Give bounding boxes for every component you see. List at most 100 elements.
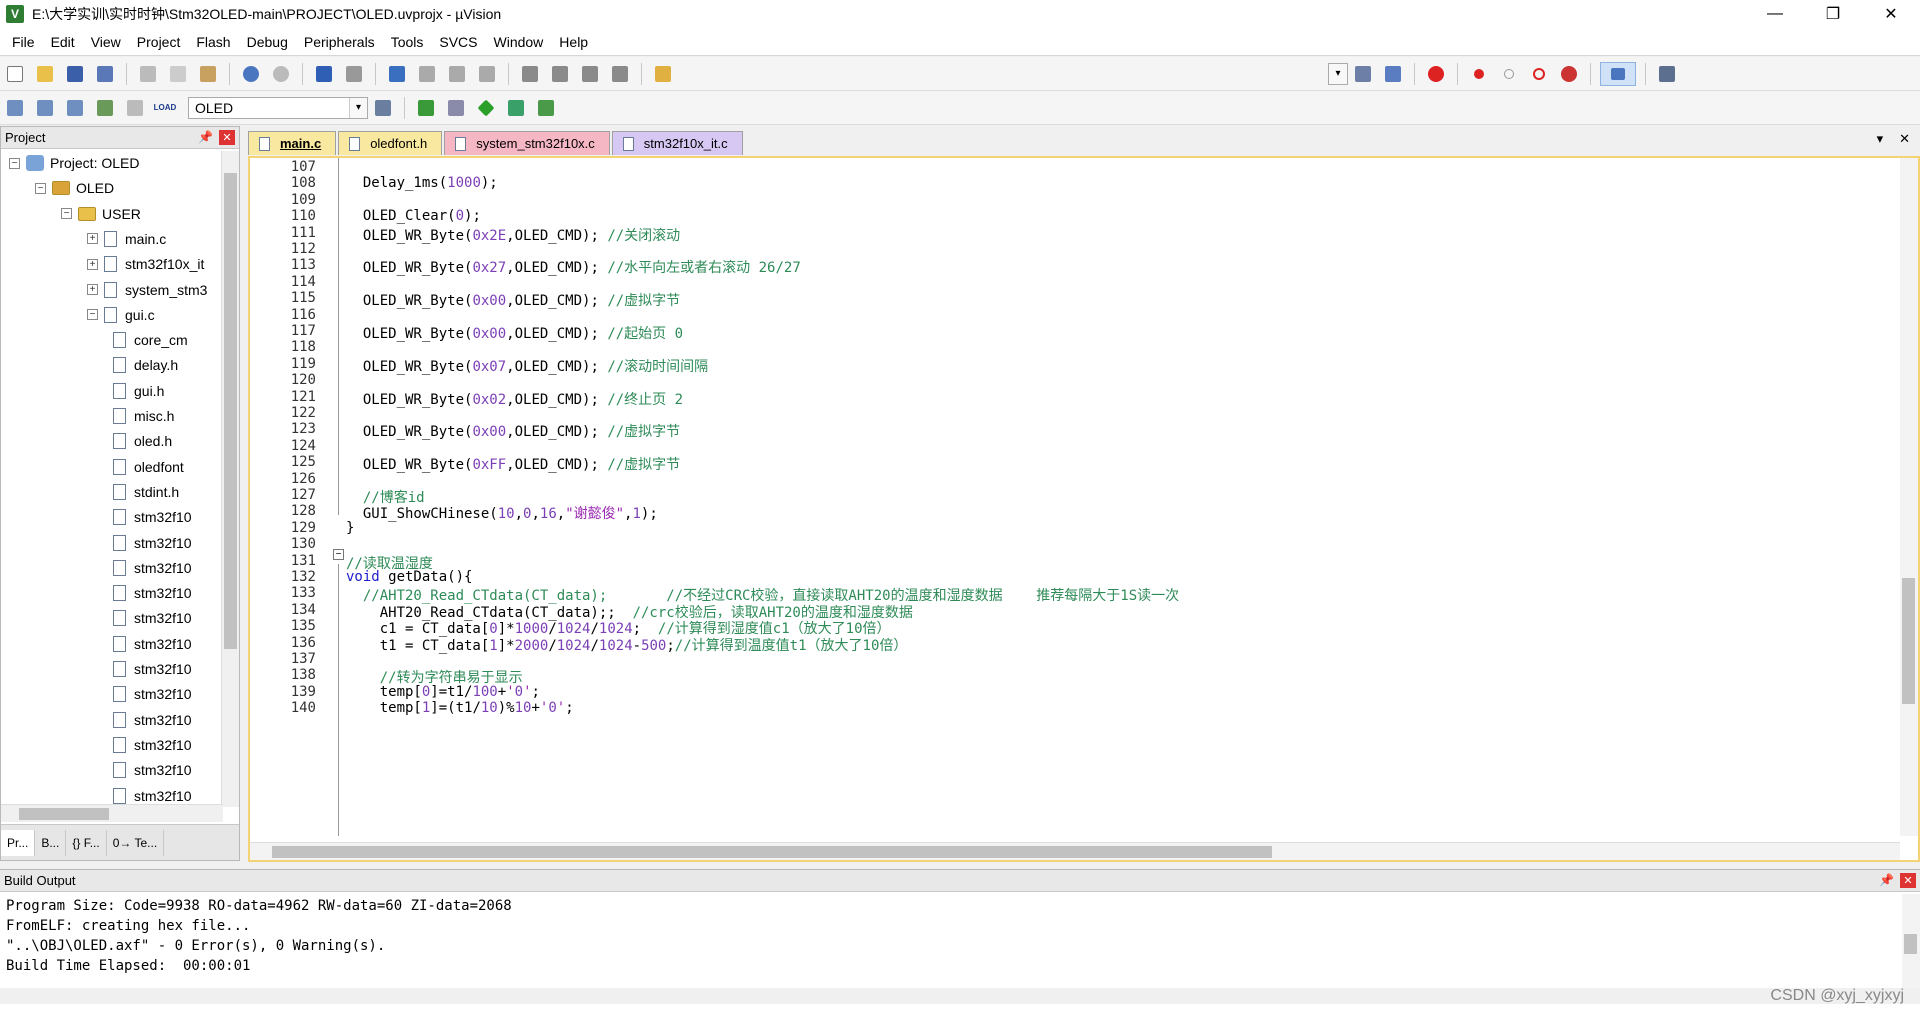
code-area[interactable]: Delay_1ms(1000); OLED_Clear(0); OLED_WR_… xyxy=(346,158,1898,836)
tree-item[interactable]: stm32f10 xyxy=(113,608,192,628)
indent-icon[interactable] xyxy=(518,62,542,86)
tree-item[interactable]: stm32f10 xyxy=(113,659,192,679)
tree-item[interactable]: misc.h xyxy=(113,406,174,426)
tree-item[interactable]: stm32f10 xyxy=(113,684,192,704)
tab-list-dropdown-icon[interactable]: ▾ xyxy=(1877,131,1884,147)
tree-item[interactable]: stm32f10 xyxy=(113,760,192,780)
tab-books[interactable]: B... xyxy=(35,829,67,856)
batch-build-icon[interactable] xyxy=(93,96,117,120)
cut-icon[interactable] xyxy=(136,62,160,86)
tree-item[interactable]: stm32f10 xyxy=(113,786,192,806)
menu-tools[interactable]: Tools xyxy=(383,28,432,56)
tree-item[interactable]: − Project: OLED xyxy=(9,153,139,173)
editor-vertical-scrollbar[interactable] xyxy=(1900,158,1918,836)
software-packs-icon[interactable] xyxy=(534,96,558,120)
tree-item[interactable]: stm32f10 xyxy=(113,634,192,654)
manage-rte-icon[interactable] xyxy=(474,96,498,120)
code-line[interactable]: OLED_WR_Byte(0x07,OLED_CMD); //滚动时间间隔 xyxy=(346,356,708,376)
build-output-hscrollbar[interactable] xyxy=(0,988,1920,1004)
pin-icon[interactable]: 📌 xyxy=(198,130,213,144)
comment-icon[interactable] xyxy=(578,62,602,86)
next-bookmark-icon[interactable] xyxy=(445,62,469,86)
menu-project[interactable]: Project xyxy=(129,28,189,56)
code-line[interactable]: OLED_WR_Byte(0x00,OLED_CMD); //起始页 0 xyxy=(346,323,683,343)
code-line[interactable]: void getData(){ xyxy=(346,569,472,585)
code-line[interactable]: OLED_WR_Byte(0x27,OLED_CMD); //水平向左或者右滚动… xyxy=(346,257,801,277)
find-combo-dropdown[interactable]: ▾ xyxy=(1328,62,1348,85)
tree-item[interactable]: + stm32f10x_it xyxy=(87,254,204,274)
target-select[interactable]: OLED ▾ xyxy=(188,96,368,119)
menu-debug[interactable]: Debug xyxy=(239,28,296,56)
rebuild-icon[interactable] xyxy=(63,96,87,120)
tab-functions[interactable]: {} F... xyxy=(66,829,107,856)
manage-project-items-icon[interactable] xyxy=(414,96,438,120)
code-line[interactable]: temp[0]=t1/100+'0'; xyxy=(346,684,540,700)
editor-tab-main-c[interactable]: main.c xyxy=(248,131,337,155)
copy-icon[interactable] xyxy=(166,62,190,86)
code-line[interactable]: } xyxy=(346,520,354,536)
close-panel-button[interactable]: ✕ xyxy=(219,130,235,145)
editor-tab-oledfont-h[interactable]: oledfont.h xyxy=(338,131,443,155)
tree-item[interactable]: stm32f10 xyxy=(113,583,192,603)
incremental-find-icon[interactable] xyxy=(1381,62,1405,86)
uncomment-icon[interactable] xyxy=(608,62,632,86)
menu-flash[interactable]: Flash xyxy=(188,28,238,56)
tree-vertical-scrollbar[interactable] xyxy=(221,151,239,807)
tree-item[interactable]: − OLED xyxy=(35,178,114,198)
close-tab-icon[interactable]: ✕ xyxy=(1899,131,1910,147)
stop-build-icon[interactable] xyxy=(123,96,147,120)
navigate-back-icon[interactable] xyxy=(312,62,336,86)
menu-svcs[interactable]: SVCS xyxy=(431,28,485,56)
unindent-icon[interactable] xyxy=(548,62,572,86)
expand-icon[interactable]: + xyxy=(87,284,98,295)
code-line[interactable]: OLED_WR_Byte(0x00,OLED_CMD); //虚拟字节 xyxy=(346,421,680,441)
collapse-icon[interactable]: − xyxy=(9,157,20,169)
code-line[interactable]: Delay_1ms(1000); xyxy=(346,175,498,191)
tree-item[interactable]: stdint.h xyxy=(113,482,179,502)
close-panel-button[interactable]: ✕ xyxy=(1900,873,1916,888)
code-editor[interactable]: 107 108 109 110 111 112 113 114 115 116 117 118 119 1… xyxy=(248,156,1920,862)
tree-item[interactable]: stm32f10 xyxy=(113,533,192,553)
tree-item[interactable]: oledfont xyxy=(113,457,184,477)
tab-project[interactable]: Pr... xyxy=(1,829,36,856)
editor-tab-stm32f10x-it-c[interactable]: stm32f10x_it.c xyxy=(611,131,743,155)
menu-window[interactable]: Window xyxy=(486,28,552,56)
undo-icon[interactable] xyxy=(239,62,263,86)
tree-item[interactable]: stm32f10 xyxy=(113,710,192,730)
navigate-forward-icon[interactable] xyxy=(342,62,366,86)
tree-item[interactable]: stm32f10 xyxy=(113,735,192,755)
enable-breakpoint-icon[interactable] xyxy=(1497,62,1521,86)
code-line[interactable]: t1 = CT_data[1]*2000/1024/1024-500;//计算得… xyxy=(346,635,908,655)
close-window-button[interactable]: ✕ xyxy=(1862,0,1920,28)
disable-breakpoints-icon[interactable] xyxy=(1527,62,1551,86)
code-line[interactable]: GUI_ShowCHinese(10,0,16,"谢懿俊",1); xyxy=(346,503,658,523)
code-line[interactable]: OLED_WR_Byte(0x2E,OLED_CMD); //关闭滚动 xyxy=(346,225,680,245)
find-in-files-icon[interactable] xyxy=(651,62,675,86)
tree-item[interactable]: gui.h xyxy=(113,381,164,401)
paste-icon[interactable] xyxy=(196,62,220,86)
download-icon[interactable]: LOAD xyxy=(153,96,177,120)
options-for-target-icon[interactable] xyxy=(371,96,395,120)
insert-breakpoint-icon[interactable] xyxy=(1467,62,1491,86)
select-packs-icon[interactable] xyxy=(444,96,468,120)
window-layout-icon[interactable] xyxy=(1600,61,1636,86)
tree-horizontal-scrollbar[interactable] xyxy=(1,804,223,822)
debug-session-icon[interactable] xyxy=(1424,62,1448,86)
expand-icon[interactable]: + xyxy=(87,233,98,245)
editor-tab-system-stm32f10x-c[interactable]: system_stm32f10x.c xyxy=(444,131,610,155)
code-line[interactable]: OLED_WR_Byte(0xFF,OLED_CMD); //虚拟字节 xyxy=(346,454,680,474)
redo-icon[interactable] xyxy=(269,62,293,86)
collapse-icon[interactable]: − xyxy=(35,182,46,194)
menu-edit[interactable]: Edit xyxy=(43,28,83,56)
code-line[interactable]: temp[1]=(t1/10)%10+'0'; xyxy=(346,700,574,716)
build-icon[interactable] xyxy=(33,96,57,120)
menu-file[interactable]: File xyxy=(4,28,43,56)
menu-help[interactable]: Help xyxy=(551,28,596,56)
editor-horizontal-scrollbar[interactable] xyxy=(250,842,1900,860)
code-line[interactable]: OLED_Clear(0); xyxy=(346,208,481,224)
tree-item[interactable]: + system_stm3 xyxy=(87,280,207,300)
tree-item[interactable]: + main.c xyxy=(87,229,166,249)
tree-item[interactable]: − USER xyxy=(61,204,141,224)
tab-templates[interactable]: 0→ Te... xyxy=(107,829,165,856)
collapse-icon[interactable]: − xyxy=(87,309,98,321)
